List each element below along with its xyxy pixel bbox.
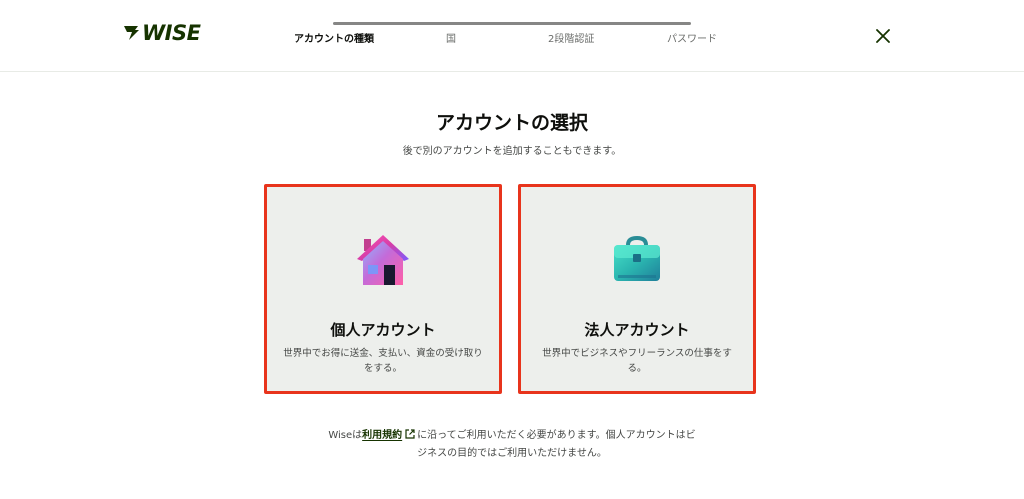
briefcase-icon — [614, 235, 660, 281]
external-link-icon[interactable] — [405, 429, 415, 439]
wise-logo[interactable]: WISE — [123, 21, 201, 45]
business-account-description: 世界中でビジネスやフリーランスの仕事をす る。 — [535, 346, 739, 376]
terms-notice-line-2: ジネスの目的ではご利用いただけません。 — [417, 448, 607, 459]
step-account-type: アカウントの種類 — [294, 34, 374, 45]
wise-flag-icon — [124, 26, 139, 40]
house-icon — [357, 235, 409, 285]
progress-bar — [333, 22, 691, 25]
personal-description-line-2: をする。 — [363, 363, 402, 374]
terms-prefix: Wiseは — [328, 430, 363, 441]
personal-description-line-1: 世界中でお得に送金、支払い、資金の受け取り — [283, 348, 483, 359]
step-password: パスワード — [667, 34, 717, 45]
terms-link[interactable]: 利用規約 — [362, 430, 402, 441]
business-description-line-1: 世界中でビジネスやフリーランスの仕事をす — [542, 348, 732, 359]
terms-notice-line-1: Wiseは利用規約 に沿ってご利用いただく必要があります。個人アカウントはビ — [0, 427, 1024, 445]
terms-line-1-rest: に沿ってご利用いただく必要があります。個人アカウントはビ — [417, 430, 696, 441]
top-header: WISE アカウントの種類 国 2段階認証 パスワード — [0, 0, 1024, 72]
close-icon — [876, 29, 890, 43]
personal-account-title: 個人アカウント — [330, 321, 436, 339]
step-two-factor: 2段階認証 — [548, 34, 595, 45]
step-country: 国 — [446, 34, 456, 45]
logo-wordmark: WISE — [142, 21, 201, 45]
terms-notice: Wiseは利用規約 に沿ってご利用いただく必要があります。個人アカウントはビ ジネ… — [0, 427, 1024, 463]
page-title: アカウントの選択 — [435, 112, 588, 134]
business-account-title: 法人アカウント — [584, 321, 690, 339]
close-button[interactable] — [872, 25, 894, 47]
page-subtitle: 後で別のアカウントを追加することもできます。 — [402, 146, 622, 157]
business-description-line-2: る。 — [627, 363, 647, 374]
personal-account-card[interactable]: 個人アカウント 世界中でお得に送金、支払い、資金の受け取り をする。 — [264, 184, 502, 394]
business-account-card[interactable]: 法人アカウント 世界中でビジネスやフリーランスの仕事をす る。 — [518, 184, 756, 394]
personal-account-description: 世界中でお得に送金、支払い、資金の受け取り をする。 — [281, 346, 485, 376]
